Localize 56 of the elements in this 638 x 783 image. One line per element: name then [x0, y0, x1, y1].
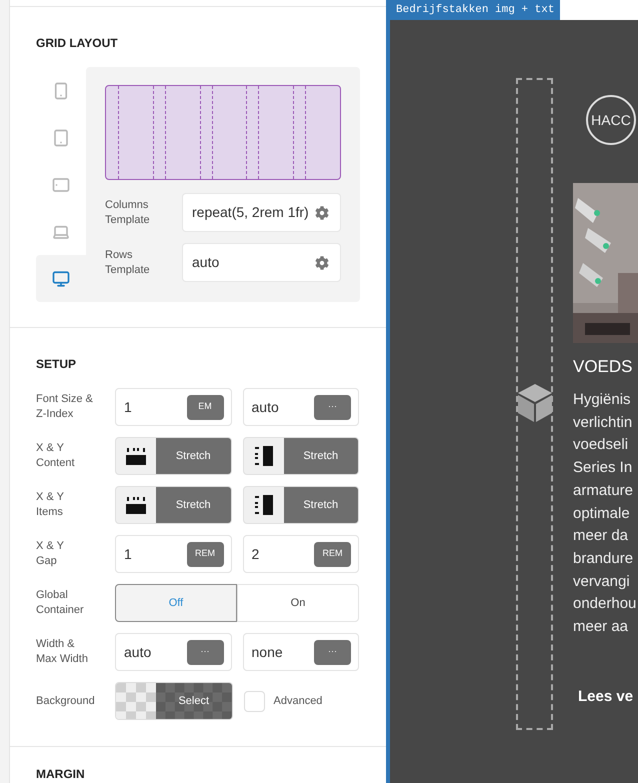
field-label: Background	[36, 694, 96, 708]
toggle-option[interactable]: Off	[115, 584, 237, 622]
settings-icon[interactable]	[315, 206, 329, 220]
body-paragraph: Hygiënis verlichtin voedseli Series In armature optimale meer da brandure vervangi onderhou meer aa	[573, 390, 638, 638]
checkbox-label: Advanced	[274, 694, 322, 709]
section-title: GRID LAYOUT	[36, 35, 119, 52]
field-label: Global Container	[36, 588, 85, 618]
tablet-icon	[52, 176, 70, 194]
unit-button[interactable]: ···	[314, 640, 351, 664]
align-control[interactable]: Stretch	[242, 437, 359, 475]
align-columns-icon	[126, 496, 146, 514]
field-label: X & Y Content	[36, 441, 76, 471]
stretch-button[interactable]: Stretch	[284, 438, 358, 474]
unit-button[interactable]: ···	[186, 640, 224, 664]
transparency-icon	[116, 683, 156, 719]
phone-icon	[52, 82, 70, 100]
align-control[interactable]: Stretch	[242, 486, 359, 524]
field-label: Columns Template	[105, 198, 151, 228]
tablet-icon	[52, 128, 70, 146]
certification-logo: HACC	[586, 95, 636, 145]
input-field[interactable]: 1 REM	[115, 535, 232, 573]
stretch-button[interactable]: Stretch	[156, 487, 230, 523]
read-more-link[interactable]: Lees ve	[578, 686, 638, 708]
input-field[interactable]: auto ···	[115, 633, 232, 671]
field-label: Rows Template	[105, 248, 151, 278]
unit-button[interactable]: REM	[186, 542, 224, 566]
unit-button[interactable]: ···	[314, 394, 351, 420]
align-rows-icon	[254, 446, 274, 466]
unit-button[interactable]: EM	[186, 394, 224, 420]
field-label: Width & Max Width	[36, 637, 89, 667]
unit-button[interactable]: REM	[314, 542, 351, 566]
align-control[interactable]: Stretch	[115, 486, 232, 524]
device-tab[interactable]	[36, 255, 86, 302]
stretch-button[interactable]: Stretch	[284, 487, 358, 523]
input-field[interactable]: none ···	[242, 633, 359, 671]
section-heading: VOEDS	[573, 356, 634, 378]
align-columns-icon	[126, 447, 146, 465]
field-label: X & Y Gap	[36, 539, 65, 569]
input-field[interactable]: auto	[182, 243, 341, 282]
background-select-button[interactable]: Select	[115, 682, 232, 720]
input-field[interactable]: 2 REM	[242, 535, 359, 573]
stretch-button[interactable]: Stretch	[156, 438, 230, 474]
input-field[interactable]: 1 EM	[115, 388, 232, 426]
section-title: SETUP	[36, 356, 78, 373]
settings-icon[interactable]	[315, 256, 329, 270]
field-label: Font Size & Z-Index	[36, 392, 94, 422]
block-tab[interactable]: Bedrijfstakken img + txt	[390, 0, 560, 20]
input-field[interactable]: repeat(5, 2rem 1fr)	[182, 193, 341, 232]
input-field[interactable]: auto ···	[242, 388, 359, 426]
toggle-option[interactable]: On	[237, 584, 359, 622]
section-title: MARGIN	[36, 766, 86, 783]
align-rows-icon	[254, 495, 274, 515]
checkbox[interactable]	[244, 690, 264, 712]
monitor-icon	[52, 270, 70, 288]
align-control[interactable]: Stretch	[115, 437, 232, 475]
field-label: X & Y Items	[36, 490, 65, 520]
